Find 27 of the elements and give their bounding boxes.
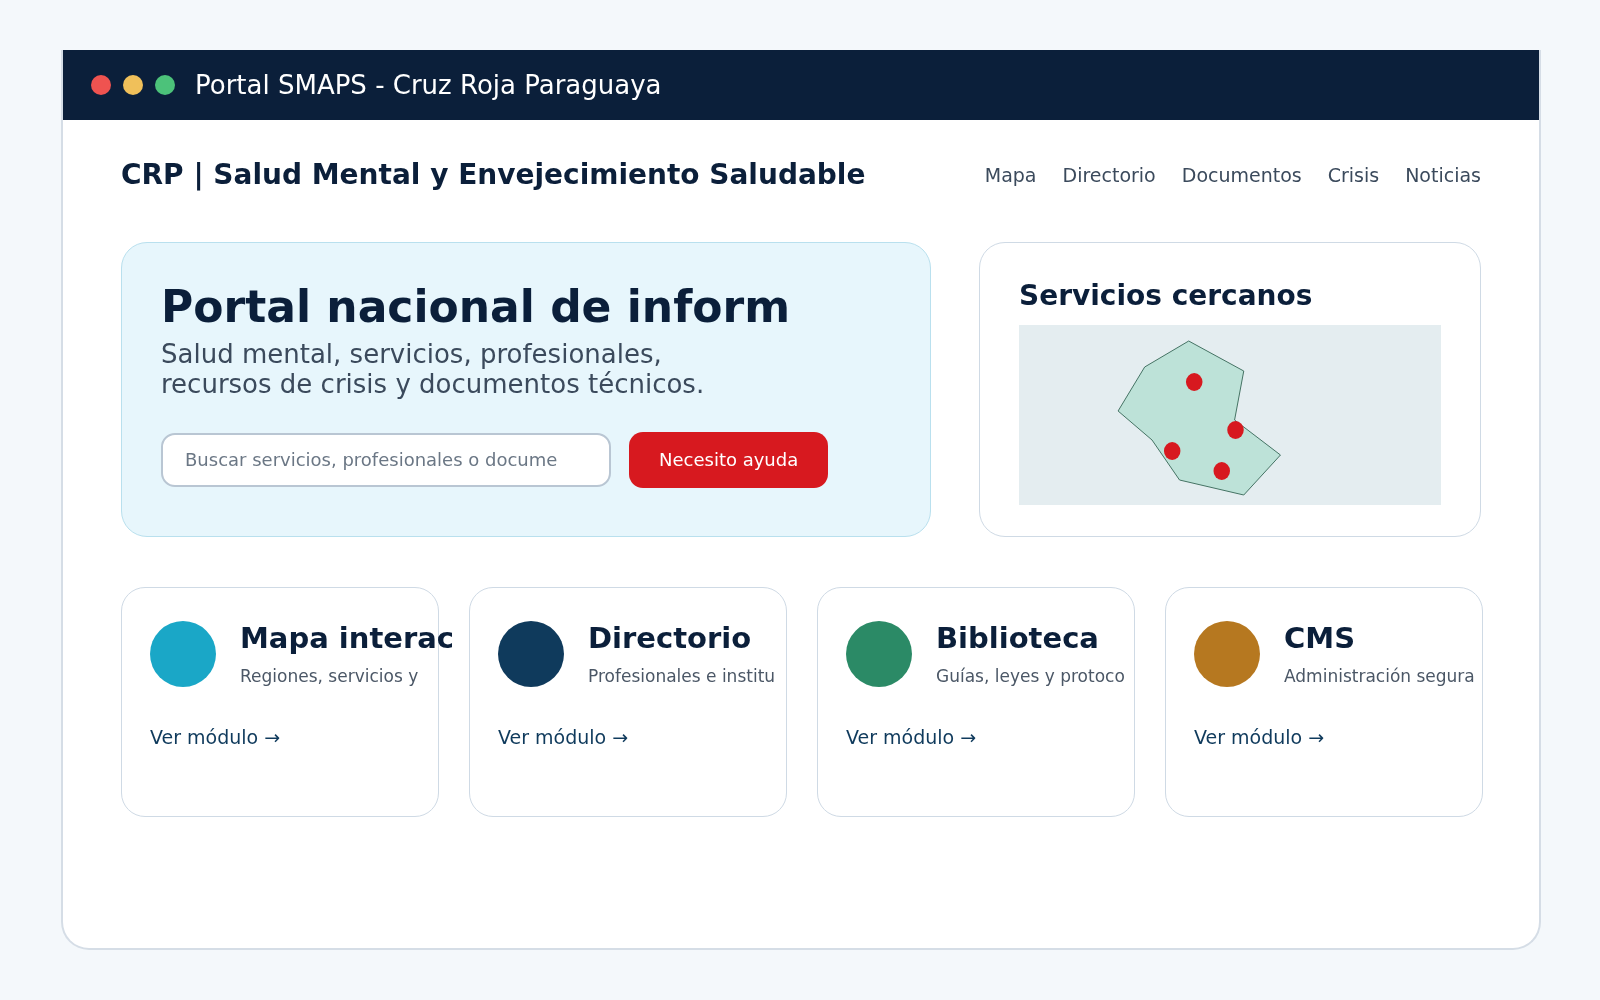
module-description: Guías, leyes y protoco — [936, 664, 1125, 688]
nav-link[interactable]: Directorio — [1062, 160, 1156, 190]
module-link[interactable]: Ver módulo → — [846, 723, 977, 752]
hero-subtitle: Salud mental, servicios, profesionales, recursos de crisis y documentos técnicos. — [161, 339, 706, 400]
nav-link[interactable]: Crisis — [1327, 160, 1380, 190]
window-title: Portal SMAPS - Cruz Roja Paraguaya — [195, 68, 662, 102]
search-field[interactable]: Buscar servicios, profesionales o docume — [161, 432, 611, 487]
hero-title: Portal nacional de inform — [161, 281, 792, 334]
nav-link[interactable]: Noticias — [1405, 160, 1481, 190]
help-button[interactable]: Necesito ayuda — [629, 431, 829, 488]
minimize-icon[interactable] — [123, 75, 143, 95]
maximize-icon[interactable] — [155, 75, 175, 95]
module-description: Regiones, servicios y — [240, 664, 420, 688]
module-title: Directorio — [588, 621, 753, 656]
module-link[interactable]: Ver módulo → — [498, 723, 629, 752]
module-title: Mapa interac — [240, 621, 455, 656]
module-title: CMS — [1284, 621, 1357, 656]
map-card-title: Servicios cercanos — [1019, 278, 1314, 314]
module-description: Profesionales e institu — [588, 664, 776, 688]
brand-title: CRP | Salud Mental y Envejecimiento Saludable — [121, 157, 866, 193]
module-link[interactable]: Ver módulo → — [1194, 723, 1325, 752]
close-icon[interactable] — [91, 75, 111, 95]
nav-link[interactable]: Mapa — [984, 160, 1037, 190]
module-description: Administración segura — [1284, 664, 1475, 688]
module-link[interactable]: Ver módulo → — [150, 723, 281, 752]
nav-link[interactable]: Documentos — [1181, 160, 1302, 190]
module-title: Biblioteca — [936, 621, 1100, 656]
